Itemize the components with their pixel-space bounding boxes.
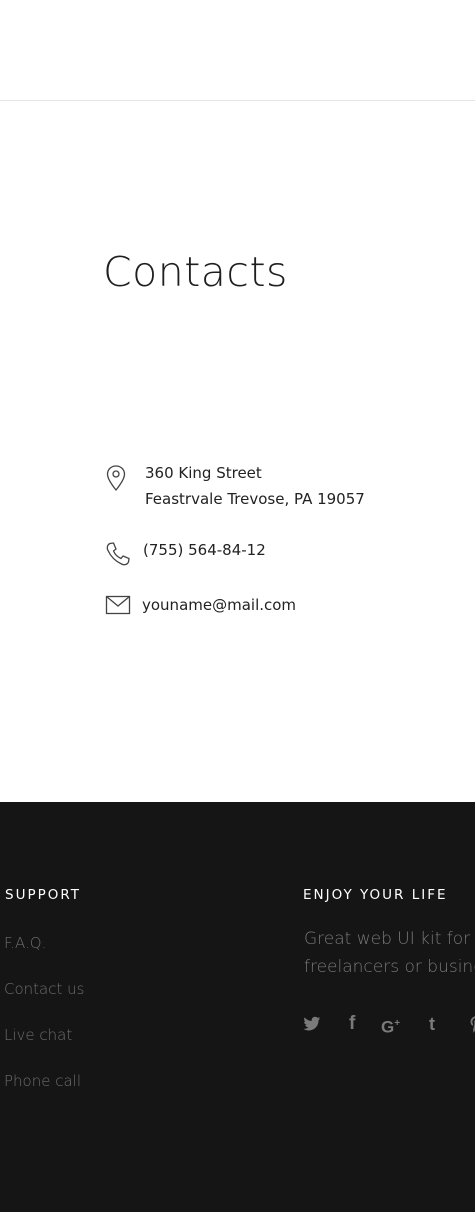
email-row: youname@mail.com (104, 594, 404, 620)
support-heading: SUPPORT (5, 887, 82, 903)
page: Contacts 360 King Street Feastrvale Trev… (0, 0, 475, 1212)
envelope-icon (105, 595, 131, 615)
support-links: F.A.Q. Contact us Live chat Phone call (4, 933, 84, 1117)
email-address[interactable]: youname@mail.com (142, 592, 296, 618)
address-row: 360 King Street Feastrvale Trevose, PA 1… (104, 462, 404, 522)
enjoy-text: Great web UI kit for freelancers or busi… (304, 925, 475, 981)
enjoy-heading: ENJOY YOUR LIFE (303, 887, 448, 903)
phone-number[interactable]: (755) 564-84-12 (143, 537, 266, 563)
live-chat-link[interactable]: Live chat (4, 1025, 84, 1071)
facebook-icon[interactable]: f (349, 1013, 355, 1035)
pinterest-icon[interactable] (469, 1015, 475, 1035)
footer: SUPPORT F.A.Q. Contact us Live chat Phon… (0, 802, 475, 1212)
enjoy-text-line2: freelancers or business (304, 957, 475, 977)
faq-link[interactable]: F.A.Q. (4, 933, 84, 979)
phone-call-link[interactable]: Phone call (4, 1071, 84, 1117)
location-pin-icon (106, 465, 126, 492)
address-text: 360 King Street Feastrvale Trevose, PA 1… (145, 460, 365, 512)
contact-us-link[interactable]: Contact us (4, 979, 84, 1025)
google-plus-icon[interactable]: G+ (381, 1013, 400, 1039)
address-line1: 360 King Street (145, 464, 262, 482)
phone-row: (755) 564-84-12 (104, 540, 404, 570)
twitter-icon[interactable] (303, 1016, 321, 1032)
phone-icon (106, 542, 130, 566)
top-header (0, 0, 475, 101)
tumblr-icon[interactable]: t (429, 1013, 435, 1035)
enjoy-text-line1: Great web UI kit for (304, 929, 471, 949)
page-title: Contacts (103, 248, 288, 296)
address-line2: Feastrvale Trevose, PA 19057 (145, 490, 365, 508)
